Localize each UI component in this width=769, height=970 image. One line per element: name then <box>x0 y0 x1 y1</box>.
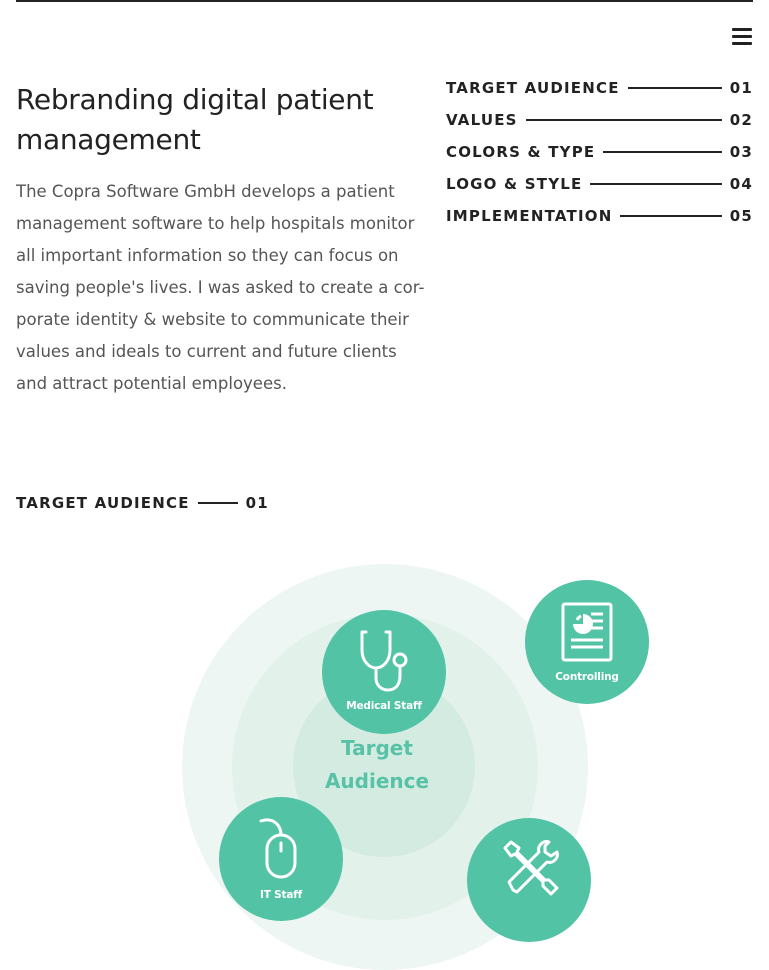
audience-bubble-tools <box>467 818 591 942</box>
toc-item-values[interactable]: VALUES 02 <box>446 104 753 136</box>
toc-item-number: 02 <box>729 111 753 129</box>
project-description: The Copra Software GmbH develops a patie… <box>16 182 425 393</box>
section-header-target-audience: TARGET AUDIENCE 01 <box>16 488 269 518</box>
toc-item-number: 03 <box>729 143 753 161</box>
tools-icon <box>503 840 559 896</box>
toc-connector-line <box>627 87 722 89</box>
bubble-label: IT Staff <box>260 889 302 901</box>
toc-item-number: 05 <box>729 207 753 225</box>
audience-bubble-medical-staff: Medical Staff <box>322 610 446 734</box>
toc-item-logo-style[interactable]: LOGO & STYLE 04 <box>446 168 753 200</box>
stethoscope-icon <box>360 630 408 692</box>
toc-item-target-audience[interactable]: TARGET AUDIENCE 01 <box>446 72 753 104</box>
center-label-line: Audience <box>324 769 430 793</box>
hamburger-menu-icon[interactable] <box>730 22 754 48</box>
toc-item-colors-type[interactable]: COLORS & TYPE 03 <box>446 136 753 168</box>
bubble-label: Medical Staff <box>346 700 422 712</box>
top-divider <box>16 0 753 2</box>
toc-item-label: LOGO & STYLE <box>446 175 583 193</box>
computer-mouse-icon <box>259 818 297 879</box>
toc-connector-line <box>620 215 722 217</box>
toc-item-label: VALUES <box>446 111 518 129</box>
section-label: TARGET AUDIENCE <box>16 494 190 512</box>
table-of-contents: TARGET AUDIENCE 01 VALUES 02 COLORS & TY… <box>446 72 753 232</box>
center-label-line: Target <box>341 736 413 760</box>
center-label: Target Audience <box>292 732 462 798</box>
audience-bubble-it-staff: IT Staff <box>219 797 343 921</box>
audience-bubble-controlling: Controlling <box>525 580 649 704</box>
bubble-label: Controlling <box>555 671 619 683</box>
section-number: 01 <box>245 494 269 512</box>
toc-item-label: IMPLEMENTATION <box>446 207 613 225</box>
toc-item-implementation[interactable]: IMPLEMENTATION 05 <box>446 200 753 232</box>
project-title: Rebranding digital patient management <box>16 83 374 156</box>
section-connector-line <box>197 502 238 504</box>
toc-item-number: 04 <box>729 175 753 193</box>
menu-bar <box>732 35 752 38</box>
toc-item-label: TARGET AUDIENCE <box>446 79 620 97</box>
toc-item-label: COLORS & TYPE <box>446 143 596 161</box>
toc-connector-line <box>590 183 722 185</box>
toc-connector-line <box>525 119 722 121</box>
menu-bar <box>732 28 752 31</box>
report-chart-icon <box>561 602 613 662</box>
menu-bar <box>732 42 752 45</box>
toc-item-number: 01 <box>729 79 753 97</box>
toc-connector-line <box>603 151 722 153</box>
